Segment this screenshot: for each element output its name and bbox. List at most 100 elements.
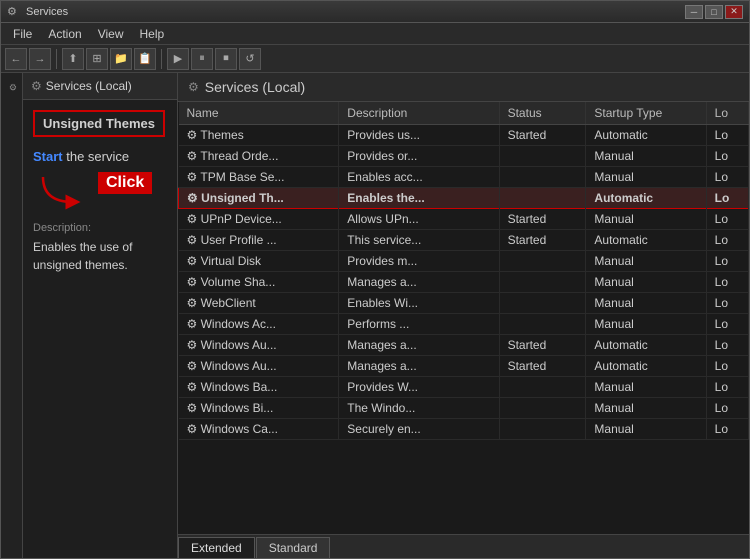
close-button[interactable]: ✕ <box>725 5 743 19</box>
start-link[interactable]: Start <box>33 149 63 164</box>
menu-view[interactable]: View <box>90 25 132 43</box>
table-row[interactable]: ⚙ TPM Base Se...Enables acc...ManualLo <box>179 167 749 188</box>
cell-status: Started <box>499 230 586 251</box>
cell-description: Enables Wi... <box>339 293 499 314</box>
cell-status <box>499 314 586 335</box>
up-button[interactable]: ⬆ <box>62 48 84 70</box>
col-header-status[interactable]: Status <box>499 102 586 125</box>
table-row[interactable]: ⚙ Virtual DiskProvides m...ManualLo <box>179 251 749 272</box>
table-row[interactable]: ⚙ Windows Au...Manages a...StartedAutoma… <box>179 335 749 356</box>
forward-button[interactable]: → <box>29 48 51 70</box>
cell-lc: Lo <box>706 335 748 356</box>
pause-button[interactable]: ⏸ <box>191 48 213 70</box>
left-panel-content: Unsigned Themes Start the service Click <box>23 100 177 558</box>
cell-startup-type: Manual <box>586 398 706 419</box>
cell-startup-type: Manual <box>586 251 706 272</box>
cell-status: Started <box>499 209 586 230</box>
cell-startup-type: Manual <box>586 146 706 167</box>
col-header-lc[interactable]: Lo <box>706 102 748 125</box>
cell-startup-type: Automatic <box>586 125 706 146</box>
cell-lc: Lo <box>706 419 748 440</box>
play-button[interactable]: ▶ <box>167 48 189 70</box>
cell-name: ⚙ Windows Ac... <box>179 314 339 335</box>
cell-lc: Lo <box>706 356 748 377</box>
arrow-area: Click <box>33 172 167 212</box>
cell-startup-type: Manual <box>586 209 706 230</box>
cell-name: ⚙ UPnP Device... <box>179 209 339 230</box>
description-title: Description: <box>33 222 167 234</box>
col-header-description[interactable]: Description <box>339 102 499 125</box>
folder-button[interactable]: 📁 <box>110 48 132 70</box>
cell-lc: Lo <box>706 209 748 230</box>
cell-lc: Lo <box>706 167 748 188</box>
cell-description: The Windo... <box>339 398 499 419</box>
stop-button[interactable]: ⏹ <box>215 48 237 70</box>
tab-extended[interactable]: Extended <box>178 537 255 558</box>
table-row[interactable]: ⚙ Windows Bi...The Windo... ManualLo <box>179 398 749 419</box>
table-row[interactable]: ⚙ Windows Ac...Performs ...ManualLo <box>179 314 749 335</box>
menu-file[interactable]: File <box>5 25 40 43</box>
cell-lc: Lo <box>706 146 748 167</box>
cell-startup-type: Manual <box>586 314 706 335</box>
table-row[interactable]: ⚙ Thread Orde...Provides or...ManualLo <box>179 146 749 167</box>
cell-description: Provides W... <box>339 377 499 398</box>
unsigned-themes-box: Unsigned Themes <box>33 110 165 137</box>
cell-lc: Lo <box>706 398 748 419</box>
sidebar-narrow-item[interactable]: ⚙ <box>7 77 17 95</box>
col-header-name[interactable]: Name <box>179 102 339 125</box>
title-bar: ⚙ Services ─ □ ✕ <box>1 1 749 23</box>
table-row[interactable]: ⚙ ThemesProvides us...StartedAutomaticLo <box>179 125 749 146</box>
cell-startup-type: Manual <box>586 167 706 188</box>
table-row[interactable]: ⚙ Windows Au...Manages a...StartedAutoma… <box>179 356 749 377</box>
cell-lc: Lo <box>706 125 748 146</box>
services-table-container[interactable]: Name Description Status Startup Type Lo … <box>178 102 749 534</box>
cell-name: ⚙ Windows Au... <box>179 335 339 356</box>
table-row[interactable]: ⚙ Unsigned Th...Enables the...AutomaticL… <box>179 188 749 209</box>
minimize-button[interactable]: ─ <box>685 5 703 19</box>
tab-standard[interactable]: Standard <box>256 537 331 558</box>
table-row[interactable]: ⚙ Windows Ba...Provides W...ManualLo <box>179 377 749 398</box>
cell-description: Provides us... <box>339 125 499 146</box>
left-panel-header: ⚙ Services (Local) <box>23 73 177 100</box>
click-label[interactable]: Click <box>98 172 152 194</box>
arrow-icon <box>33 172 93 212</box>
services-tbody: ⚙ ThemesProvides us...StartedAutomaticLo… <box>179 125 749 440</box>
cell-startup-type: Automatic <box>586 230 706 251</box>
cell-status: Started <box>499 356 586 377</box>
bottom-tabs: Extended Standard <box>178 534 749 558</box>
table-row[interactable]: ⚙ User Profile ...This service...Started… <box>179 230 749 251</box>
cell-status <box>499 419 586 440</box>
properties-button[interactable]: 📋 <box>134 48 156 70</box>
cell-name: ⚙ Windows Bi... <box>179 398 339 419</box>
cell-status <box>499 377 586 398</box>
col-header-startup[interactable]: Startup Type <box>586 102 706 125</box>
table-row[interactable]: ⚙ Windows Ca...Securely en...ManualLo <box>179 419 749 440</box>
cell-lc: Lo <box>706 377 748 398</box>
cell-startup-type: Manual <box>586 293 706 314</box>
right-panel: ⚙ Services (Local) Name Description Stat… <box>178 73 749 558</box>
cell-status: Started <box>499 125 586 146</box>
description-area: Description: Enables the use of unsigned… <box>33 222 167 274</box>
cell-name: ⚙ User Profile ... <box>179 230 339 251</box>
toolbar-separator-1 <box>56 49 57 69</box>
cell-description: Manages a... <box>339 272 499 293</box>
cell-status <box>499 251 586 272</box>
cell-lc: Lo <box>706 314 748 335</box>
table-row[interactable]: ⚙ Volume Sha...Manages a...ManualLo <box>179 272 749 293</box>
cell-name: ⚙ Windows Ca... <box>179 419 339 440</box>
cell-status <box>499 146 586 167</box>
cell-description: Manages a... <box>339 356 499 377</box>
restart-button[interactable]: ↺ <box>239 48 261 70</box>
cell-name: ⚙ Virtual Disk <box>179 251 339 272</box>
back-button[interactable]: ← <box>5 48 27 70</box>
maximize-button[interactable]: □ <box>705 5 723 19</box>
menu-action[interactable]: Action <box>40 25 89 43</box>
menu-help[interactable]: Help <box>132 25 173 43</box>
cell-startup-type: Manual <box>586 377 706 398</box>
cell-lc: Lo <box>706 230 748 251</box>
table-row[interactable]: ⚙ UPnP Device...Allows UPn...StartedManu… <box>179 209 749 230</box>
map-drive-button[interactable]: ⊞ <box>86 48 108 70</box>
table-row[interactable]: ⚙ WebClientEnables Wi...ManualLo <box>179 293 749 314</box>
cell-lc: Lo <box>706 272 748 293</box>
menu-bar: File Action View Help <box>1 23 749 45</box>
